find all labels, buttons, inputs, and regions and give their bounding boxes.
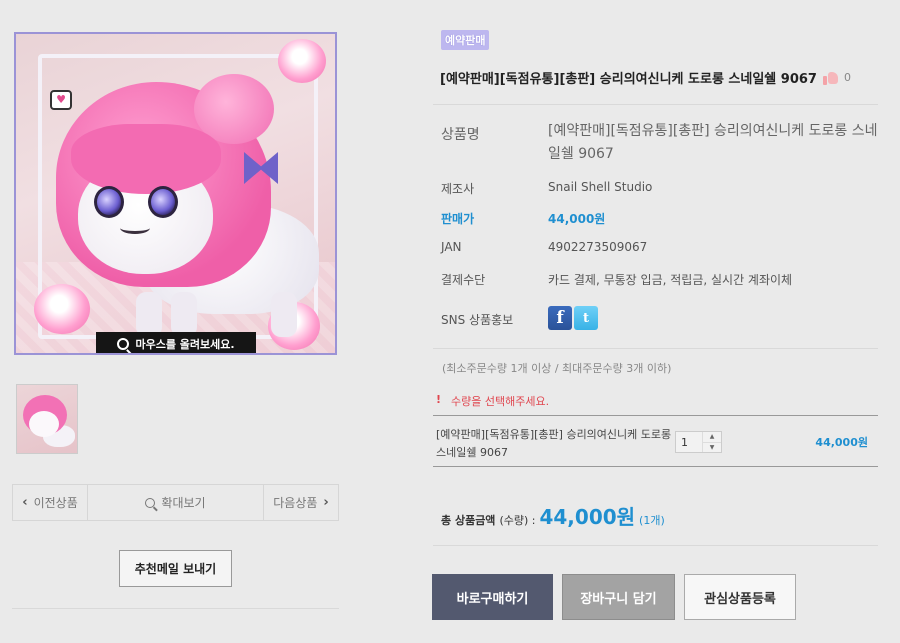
- divider: [433, 545, 878, 546]
- twitter-icon[interactable]: t: [574, 306, 598, 330]
- chibi-sticker-top-right: [278, 39, 326, 83]
- prev-product-button[interactable]: ‹ 이전상품: [13, 485, 88, 520]
- figure-eye-left: [94, 186, 124, 218]
- option-price: 44,000원: [815, 436, 868, 449]
- hover-zoom-hint: 마우스를 올려보세요.: [96, 332, 256, 353]
- zoom-button[interactable]: 확대보기: [88, 485, 264, 520]
- figure-fringe: [71, 124, 221, 194]
- spec-label-payment: 결제수단: [441, 273, 486, 287]
- product-navigation: ‹ 이전상품 확대보기 다음상품 ›: [12, 484, 339, 521]
- quantity-warning-text: 수량을 선택해주세요.: [451, 395, 550, 408]
- chibi-sticker-bottom-left: [34, 284, 90, 334]
- heart-icon: ♥: [50, 90, 72, 110]
- product-title: [예약판매][독점유통][총판] 승리의여신니케 도로롱 스네일쉘 9067: [440, 72, 817, 87]
- quantity-up-icon[interactable]: ▲: [703, 432, 721, 443]
- spec-value-jan: 4902273509067: [548, 240, 648, 254]
- spec-label-jan: JAN: [441, 240, 462, 254]
- thumbs-up-icon[interactable]: [822, 70, 838, 85]
- total-count: (1개): [639, 514, 665, 527]
- next-product-label: 다음상품: [273, 496, 318, 510]
- product-thumbnail[interactable]: [16, 384, 78, 454]
- selected-option-row: [예약판매][독점유통][총판] 승리의여신니케 도로롱 스네일쉘 9067 1…: [433, 415, 878, 467]
- option-name: [예약판매][독점유통][총판] 승리의여신니케 도로롱 스네일쉘 9067: [436, 428, 672, 459]
- spec-value-name: [예약판매][독점유통][총판] 승리의여신니케 도로롱 스네일쉘 9067: [548, 123, 878, 162]
- divider: [433, 104, 878, 105]
- thumbnail-figure-face: [29, 411, 59, 437]
- total-label: 총 상품금액: [441, 514, 496, 527]
- spec-label-price: 판매가: [441, 212, 475, 226]
- sns-share-buttons: f t: [548, 306, 598, 330]
- total-amount: 44,000원: [539, 505, 636, 529]
- spec-label-maker: 제조사: [441, 182, 475, 196]
- spec-label-name: 상품명: [441, 127, 480, 143]
- spec-value-payment: 카드 결제, 무통장 입금, 적립금, 실시간 계좌이체: [548, 273, 793, 287]
- zoom-label: 확대보기: [161, 496, 206, 510]
- magnifier-icon: [117, 338, 130, 350]
- prev-product-label: 이전상품: [33, 496, 78, 510]
- divider: [433, 348, 878, 349]
- chevron-right-icon: ›: [323, 495, 329, 510]
- order-quantity-limit: (최소주문수량 1개 이상 / 최대주문수량 3개 이하): [442, 362, 672, 375]
- quantity-input[interactable]: 1: [676, 432, 703, 452]
- total-qty-label: (수량) :: [499, 514, 536, 527]
- quantity-stepper-buttons: ▲ ▼: [703, 432, 721, 452]
- figure-leg: [171, 292, 197, 337]
- figure-mouth: [120, 222, 150, 234]
- divider: [12, 608, 339, 609]
- spec-value-price: 44,000원: [548, 212, 606, 226]
- total-price: 총 상품금액 (수량) : 44,000원 (1개): [441, 501, 665, 530]
- spec-value-maker: Snail Shell Studio: [548, 180, 653, 194]
- chevron-left-icon: ‹: [22, 495, 28, 510]
- figure-leg: [136, 292, 162, 337]
- buy-now-button[interactable]: 바로구매하기: [432, 574, 553, 620]
- add-to-wishlist-button[interactable]: 관심상품등록: [684, 574, 796, 620]
- facebook-icon[interactable]: f: [548, 306, 572, 330]
- add-to-cart-button[interactable]: 장바구니 담기: [562, 574, 675, 620]
- quantity-warning: ! 수량을 선택해주세요.: [436, 393, 549, 409]
- quantity-down-icon[interactable]: ▼: [703, 443, 721, 453]
- quantity-stepper: 1 ▲ ▼: [675, 431, 722, 453]
- like-count: 0: [843, 71, 851, 84]
- next-product-button[interactable]: 다음상품 ›: [264, 485, 338, 520]
- recommend-email-button[interactable]: 추천메일 보내기: [119, 550, 232, 587]
- search-icon: [145, 497, 156, 508]
- product-title-row: [예약판매][독점유통][총판] 승리의여신니케 도로롱 스네일쉘 9067 0: [440, 68, 851, 87]
- warning-icon: !: [436, 393, 442, 406]
- product-main-image[interactable]: ♥ 마우스를 올려보세요.: [14, 32, 337, 355]
- hover-hint-text: 마우스를 올려보세요.: [135, 338, 235, 351]
- preorder-badge: 예약판매: [441, 30, 490, 50]
- spec-label-sns: SNS 상품홍보: [441, 313, 514, 327]
- figure-eye-right: [148, 186, 178, 218]
- figure-leg: [271, 292, 297, 337]
